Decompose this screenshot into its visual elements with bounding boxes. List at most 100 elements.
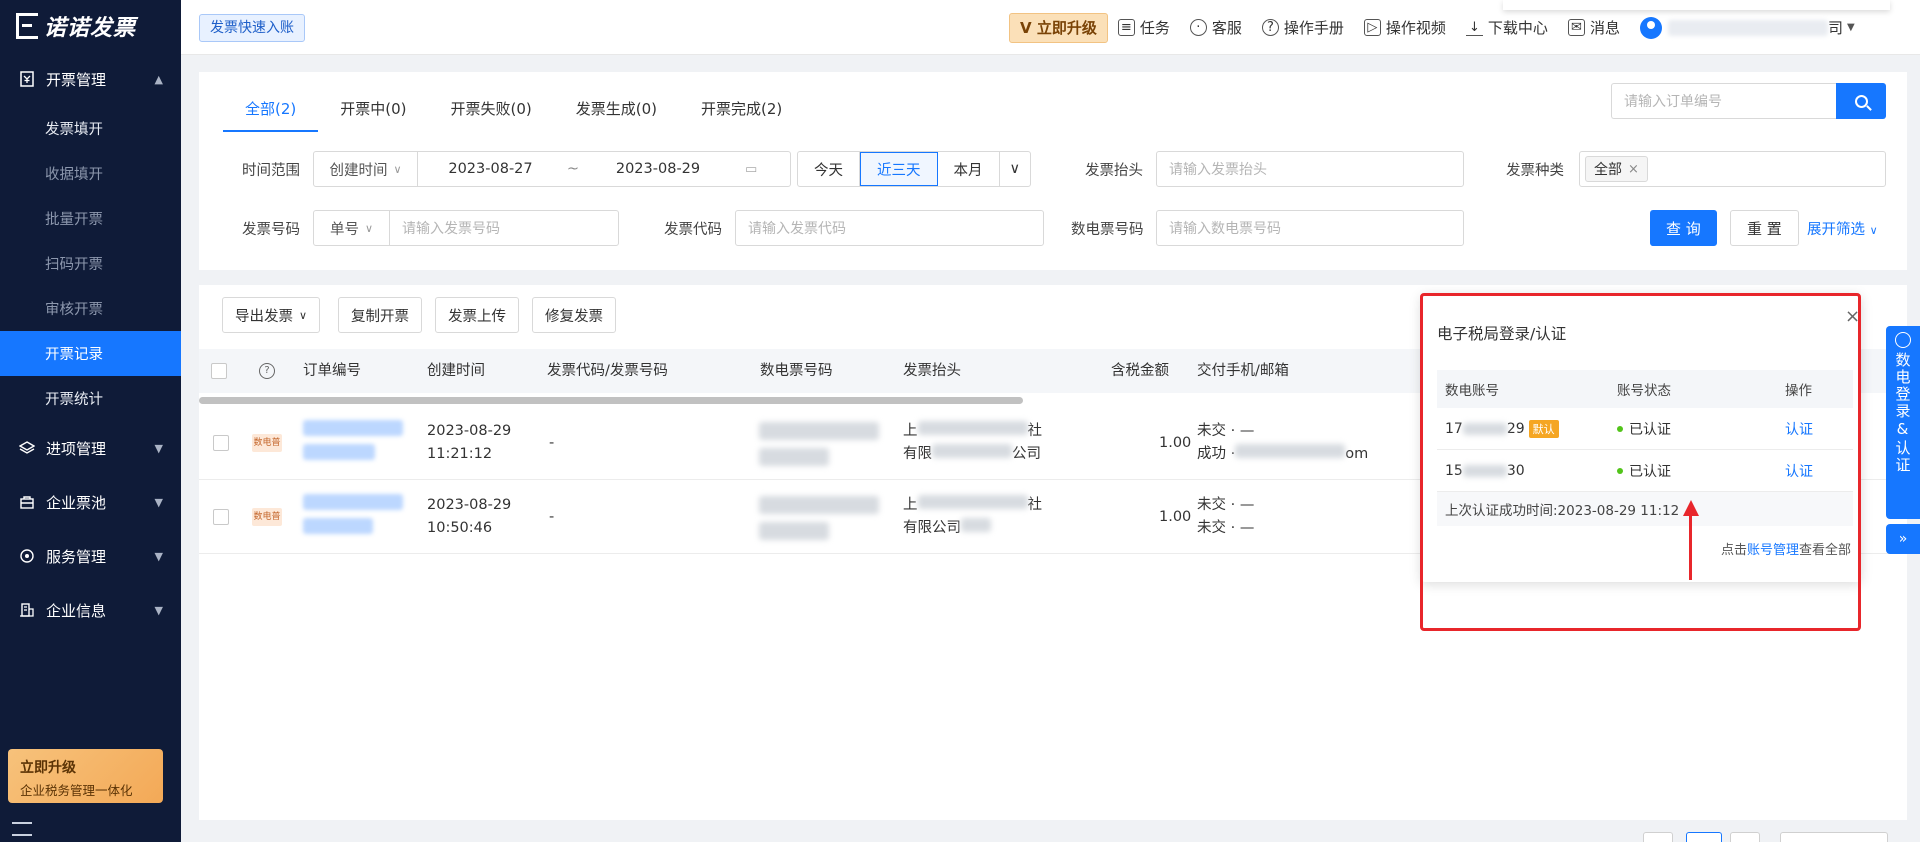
range-more-chevron-icon[interactable]: ∨: [1000, 152, 1031, 186]
row-checkbox[interactable]: [213, 435, 229, 451]
hint-prefix: 点击: [1720, 543, 1747, 558]
menu-group-input-management[interactable]: 进项管理 ▼: [0, 421, 181, 475]
highlight-arrow-icon: [1683, 500, 1699, 580]
download-center-button[interactable]: ↓ 下载中心: [1465, 17, 1548, 38]
chevron-down-icon: ▼: [154, 441, 163, 455]
close-icon[interactable]: ×: [1845, 306, 1860, 327]
manual-button[interactable]: ? 操作手册: [1261, 17, 1344, 38]
default-badge: 默认: [1528, 419, 1559, 438]
range-last-three-days[interactable]: 近三天: [860, 152, 938, 186]
chevron-down-icon: ∨: [1869, 224, 1878, 237]
invoice-number-field[interactable]: 单号 ∨: [313, 210, 619, 246]
pager-current[interactable]: [1686, 832, 1722, 842]
created-date: 2023-08-29: [427, 497, 512, 513]
double-chevron-right-icon[interactable]: »: [1886, 524, 1920, 554]
export-invoice-button[interactable]: 导出发票 ∨: [222, 297, 321, 333]
video-button[interactable]: ▷ 操作视频: [1363, 17, 1446, 38]
tab-completed[interactable]: 开票完成(2): [679, 86, 804, 132]
menu-group-invoice-pool[interactable]: 企业票池 ▼: [0, 475, 181, 529]
menu-group-service-management[interactable]: 服务管理 ▼: [0, 529, 181, 583]
pager-next[interactable]: [1730, 832, 1760, 842]
chevron-down-icon: ∨: [393, 162, 402, 176]
close-icon[interactable]: ×: [1628, 162, 1639, 177]
invoice-type-select[interactable]: 全部 ×: [1579, 151, 1886, 187]
select-all-checkbox[interactable]: [211, 363, 227, 379]
time-type-select[interactable]: 创建时间 ∨: [314, 152, 418, 186]
menu-collapse-icon[interactable]: [12, 822, 32, 836]
row-checkbox[interactable]: [213, 509, 229, 525]
menu-group-invoice-management[interactable]: 开票管理 ▲: [0, 52, 181, 106]
sidebar-item-review-invoice[interactable]: 审核开票: [0, 286, 181, 331]
time-range-picker[interactable]: 创建时间 ∨ 2023-08-27 ~ 2023-08-29 ▭: [313, 151, 791, 187]
account-suffix: 29: [1506, 420, 1525, 437]
top-dropdown-edge: [1503, 0, 1890, 10]
delivery-email: 未交 · —: [1197, 520, 1255, 536]
quick-entry-tag[interactable]: 发票快速入账: [199, 14, 305, 42]
chevron-down-icon: ▼: [154, 603, 163, 617]
user-menu[interactable]: 司 ▼: [1639, 16, 1855, 39]
upload-invoice-button[interactable]: 发票上传: [435, 297, 519, 333]
account-prefix: 15: [1445, 462, 1463, 479]
delivery-phone: 未交 · —: [1197, 423, 1255, 439]
sidebar-item-invoice-fill[interactable]: 发票填开: [0, 106, 181, 151]
sidebar-item-invoice-records[interactable]: 开票记录: [0, 331, 181, 376]
upgrade-button-label: 立即升级: [1036, 18, 1097, 37]
order-search-button[interactable]: [1836, 83, 1886, 119]
order-search-input[interactable]: [1611, 83, 1836, 119]
digital-number-field[interactable]: [1156, 210, 1464, 246]
sidebar-item-receipt-fill[interactable]: 收据填开: [0, 151, 181, 196]
digital-number-input[interactable]: [1157, 211, 1463, 245]
query-button[interactable]: 查 询: [1650, 210, 1717, 246]
invoice-code-input[interactable]: [736, 211, 1043, 245]
quick-range-group: 今天 近三天 本月 ∨: [797, 151, 1032, 187]
customer-service-button[interactable]: · 客服: [1189, 17, 1242, 38]
repair-invoice-button[interactable]: 修复发票: [532, 297, 616, 333]
status-dot-icon: [1617, 467, 1623, 474]
tab-generated[interactable]: 发票生成(0): [554, 86, 679, 132]
reset-button[interactable]: 重 置: [1730, 210, 1799, 246]
sidebar-item-invoice-stats[interactable]: 开票统计: [0, 376, 181, 421]
title-fragment: 社: [1027, 423, 1043, 439]
date-start[interactable]: 2023-08-27: [418, 152, 563, 186]
order-number-link[interactable]: [303, 420, 403, 468]
authenticate-link[interactable]: 认证: [1785, 450, 1813, 491]
order-number-link[interactable]: [303, 494, 403, 542]
page-size-select[interactable]: [1780, 832, 1888, 842]
copy-invoice-button[interactable]: 复制开票: [338, 297, 422, 333]
delivery-email-status: 成功 ·: [1197, 446, 1236, 462]
sidebar-item-scan-invoice[interactable]: 扫码开票: [0, 241, 181, 286]
app-logo[interactable]: 诺诺发票: [0, 0, 181, 52]
task-icon: ≡: [1117, 19, 1135, 36]
sidebar-item-batch-invoice[interactable]: 批量开票: [0, 196, 181, 241]
task-button[interactable]: ≡ 任务: [1117, 17, 1170, 38]
account-management-link[interactable]: 账号管理: [1747, 543, 1799, 558]
horizontal-scrollbar[interactable]: [199, 397, 1023, 404]
tab-in-progress[interactable]: 开票中(0): [318, 86, 428, 132]
account-management-hint: 点击账号管理查看全部: [1721, 539, 1851, 558]
date-end[interactable]: 2023-08-29: [583, 152, 733, 186]
upgrade-card[interactable]: 立即升级 企业税务管理一体化: [8, 749, 163, 803]
calendar-icon[interactable]: ▭: [733, 152, 769, 186]
pager-prev[interactable]: [1643, 832, 1673, 842]
status-cell: 已认证: [1617, 408, 1671, 449]
messages-button[interactable]: ✉ 消息: [1567, 17, 1620, 38]
tab-failed[interactable]: 开票失败(0): [429, 86, 554, 132]
invoice-type-chip[interactable]: 全部 ×: [1585, 156, 1648, 182]
invoice-title-field[interactable]: [1156, 151, 1464, 187]
invoice-code-field[interactable]: [735, 210, 1044, 246]
account-prefix: 17: [1445, 420, 1463, 437]
invoice-number-input[interactable]: [390, 211, 618, 245]
invoice-title-input[interactable]: [1157, 152, 1463, 186]
tab-all[interactable]: 全部(2): [223, 86, 319, 132]
digital-number-cell: [759, 422, 879, 474]
expand-filter-link[interactable]: 展开筛选 ∨: [1807, 218, 1878, 239]
range-this-month[interactable]: 本月: [938, 152, 1000, 186]
help-icon[interactable]: ?: [259, 363, 275, 379]
number-mode-select[interactable]: 单号 ∨: [314, 211, 390, 245]
range-today[interactable]: 今天: [798, 152, 860, 186]
created-time: 10:50:46: [427, 520, 493, 536]
upgrade-button[interactable]: V 立即升级: [1009, 12, 1108, 43]
menu-group-company-info[interactable]: 企业信息 ▼: [0, 583, 181, 637]
authenticate-link[interactable]: 认证: [1785, 408, 1813, 449]
etax-login-side-tab[interactable]: 数电登录&认证: [1886, 326, 1920, 519]
